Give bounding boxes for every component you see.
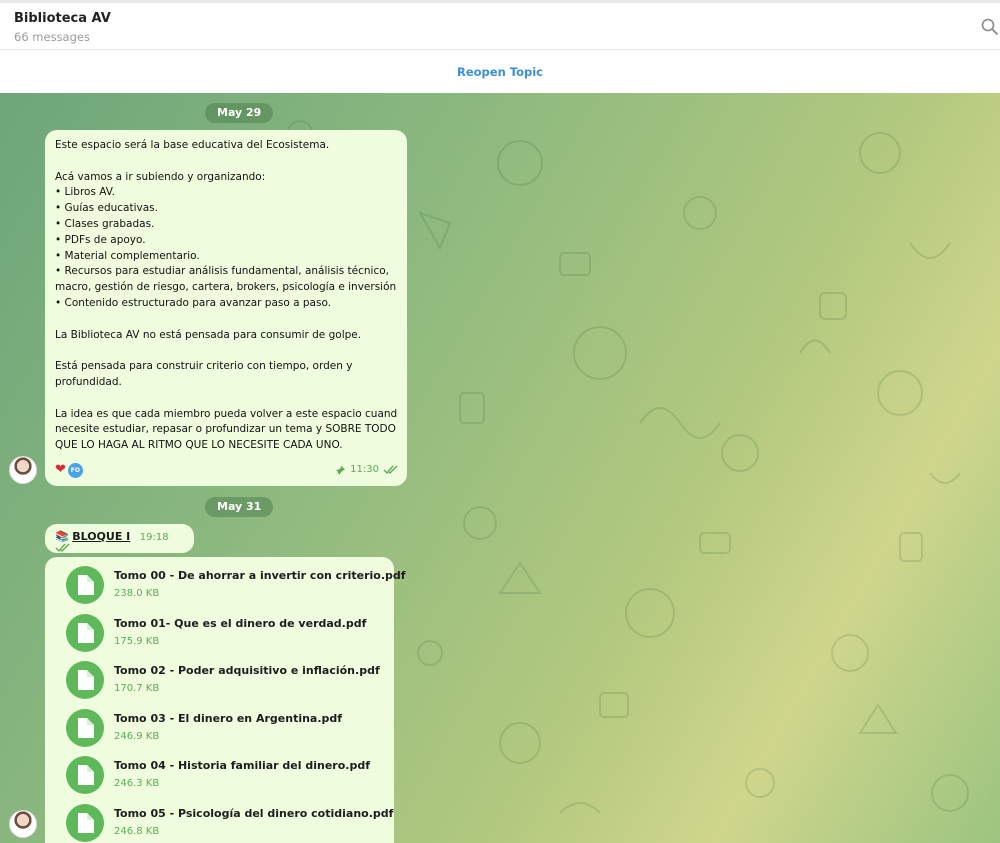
file-icon[interactable] — [66, 708, 104, 747]
message-meta: 11:30 — [335, 462, 399, 478]
reopen-topic-button[interactable]: Reopen Topic — [457, 65, 543, 79]
message-bubble[interactable]: 📚 BLOQUE I 19:18 — [45, 524, 194, 553]
reaction-avatar[interactable]: FO — [67, 462, 83, 478]
reactions[interactable]: ❤ FO — [55, 462, 83, 478]
file-size: 246.3 KB — [114, 778, 160, 789]
pin-icon — [336, 465, 346, 475]
file-name[interactable]: Tomo 05 - Psicología del dinero cotidian… — [114, 807, 393, 820]
chat-title[interactable]: Biblioteca AV — [14, 11, 111, 26]
search-icon[interactable] — [980, 17, 1000, 37]
file-icon[interactable] — [66, 756, 104, 794]
avatar[interactable] — [9, 810, 37, 838]
file-item[interactable]: Tomo 02 - Poder adquisitivo e inflación.… — [55, 658, 384, 706]
file-item[interactable]: Tomo 03 - El dinero en Argentina.pdf 246… — [55, 706, 384, 754]
double-check-icon — [55, 543, 70, 553]
chat-area[interactable]: May 29 Este espacio será la base educati… — [0, 93, 1000, 843]
file-icon[interactable] — [66, 566, 104, 604]
file-size: 170.7 KB — [114, 683, 160, 694]
file-name[interactable]: Tomo 04 - Historia familiar del dinero.p… — [114, 759, 370, 772]
date-separator: May 31 — [205, 497, 274, 517]
file-item[interactable]: Tomo 00 - De ahorrar a invertir con crit… — [55, 563, 406, 611]
file-item[interactable]: Tomo 05 - Psicología del dinero cotidian… — [55, 801, 393, 843]
chat-header[interactable]: Biblioteca AV 66 messages — [0, 0, 1000, 50]
file-size: 175.9 KB — [114, 635, 160, 647]
books-icon: 📚 — [55, 530, 69, 543]
date-separator: May 29 — [205, 103, 274, 123]
avatar[interactable] — [9, 456, 37, 484]
message-text: BLOQUE I — [72, 530, 131, 543]
heart-icon[interactable]: ❤ — [55, 462, 66, 478]
file-size: 246.8 KB — [114, 825, 160, 837]
message-count: 66 messages — [14, 30, 90, 44]
file-item[interactable]: Tomo 01- Que es el dinero de verdad.pdf … — [55, 611, 384, 659]
message-bubble[interactable]: Este espacio será la base educativa del … — [45, 130, 407, 486]
topic-bar: Reopen Topic — [0, 51, 1000, 93]
file-item[interactable]: Tomo 04 - Historia familiar del dinero.p… — [55, 753, 384, 801]
file-icon[interactable] — [66, 803, 104, 842]
file-size: 238.0 KB — [114, 588, 160, 599]
file-name[interactable]: Tomo 00 - De ahorrar a invertir con crit… — [114, 569, 406, 582]
message-time: 11:30 — [350, 464, 379, 476]
double-check-icon — [383, 465, 398, 475]
message-time: 19:18 — [139, 532, 169, 543]
file-name[interactable]: Tomo 03 - El dinero en Argentina.pdf — [114, 712, 342, 725]
file-icon[interactable] — [66, 613, 104, 652]
file-name[interactable]: Tomo 01- Que es el dinero de verdad.pdf — [114, 617, 366, 630]
file-size: 246.9 KB — [114, 730, 160, 742]
file-name[interactable]: Tomo 02 - Poder adquisitivo e inflación.… — [114, 664, 380, 677]
file-icon[interactable] — [66, 661, 104, 699]
file-album[interactable]: Tomo 00 - De ahorrar a invertir con crit… — [45, 557, 406, 843]
